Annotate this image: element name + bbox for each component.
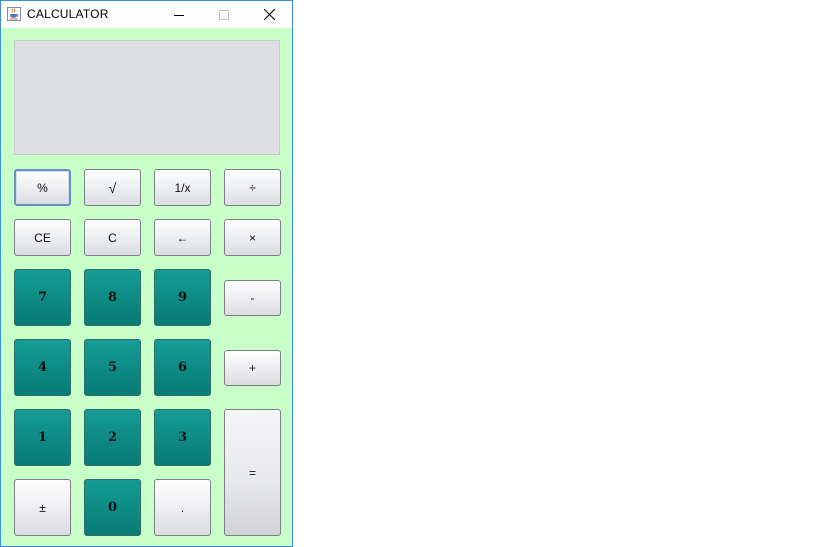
maximize-icon [219, 9, 229, 20]
clear-entry-button[interactable]: CE [14, 219, 71, 256]
add-button[interactable]: + [224, 350, 281, 386]
digit-6-button[interactable]: 6 [154, 339, 211, 396]
close-button[interactable] [247, 1, 291, 28]
digit-0-button[interactable]: 0 [84, 479, 141, 536]
digit-8-button[interactable]: 8 [84, 269, 141, 326]
digit-1-button[interactable]: 1 [14, 409, 71, 466]
digit-4-button[interactable]: 4 [14, 339, 71, 396]
divide-button[interactable]: ÷ [224, 169, 281, 206]
result-display [14, 40, 280, 155]
digit-5-button[interactable]: 5 [84, 339, 141, 396]
clear-button[interactable]: C [84, 219, 141, 256]
window-title: CALCULATOR [27, 7, 109, 21]
reciprocal-button[interactable]: 1/x [154, 169, 211, 206]
equals-button[interactable]: = [224, 409, 281, 536]
digit-7-button[interactable]: 7 [14, 269, 71, 326]
square-root-button[interactable]: √ [84, 169, 141, 206]
maximize-button[interactable] [202, 1, 246, 28]
minimize-button[interactable] [157, 1, 201, 28]
digit-3-button[interactable]: 3 [154, 409, 211, 466]
minimize-icon [174, 14, 184, 16]
subtract-button[interactable]: - [224, 280, 281, 316]
calculator-window: CALCULATOR % √ 1/x ÷ CE C ← × 7 8 9 - 4 … [0, 0, 293, 547]
digit-9-button[interactable]: 9 [154, 269, 211, 326]
close-icon [263, 9, 275, 20]
plus-minus-button[interactable]: ± [14, 479, 71, 536]
backspace-button[interactable]: ← [154, 219, 211, 256]
title-bar[interactable]: CALCULATOR [1, 1, 292, 28]
percent-button[interactable]: % [14, 169, 71, 206]
java-cup-icon [7, 7, 21, 21]
decimal-point-button[interactable]: . [154, 479, 211, 536]
multiply-button[interactable]: × [224, 219, 281, 256]
digit-2-button[interactable]: 2 [84, 409, 141, 466]
